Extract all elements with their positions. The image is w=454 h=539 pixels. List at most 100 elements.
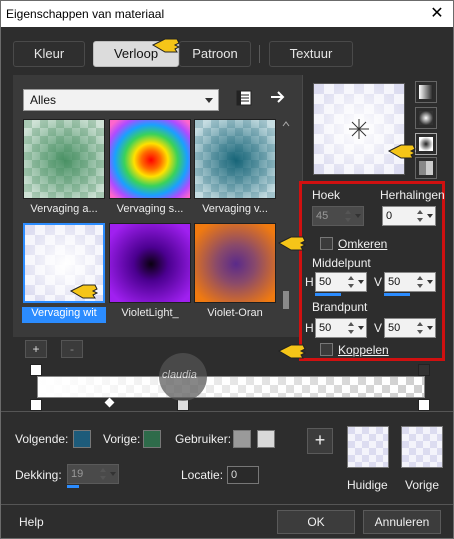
- gradient-thumb-violetlight[interactable]: [109, 223, 191, 303]
- middelpunt-h-input[interactable]: 50: [315, 272, 367, 292]
- gradient-thumb-vervaging-s[interactable]: [109, 119, 191, 199]
- huidige-label: Huidige: [347, 478, 388, 492]
- pointing-hand-icon: [69, 281, 99, 301]
- brandpunt-h-value: 50: [319, 322, 332, 334]
- herhalingen-label: Herhalingen: [380, 188, 445, 202]
- top-start-stop-marker[interactable]: [30, 364, 42, 376]
- chevron-down-icon[interactable]: [358, 326, 364, 330]
- ok-button[interactable]: OK: [277, 510, 355, 534]
- bottom-end-stop-marker[interactable]: [418, 399, 430, 411]
- cancel-button[interactable]: Annuleren: [363, 510, 441, 534]
- watermark-logo: claudia: [159, 353, 207, 401]
- gradient-label-vervaging-wit: Vervaging wit: [22, 307, 106, 323]
- herhalingen-value: 0: [386, 210, 393, 222]
- linear-gradient-style-button[interactable]: [415, 81, 437, 103]
- vorige-preview[interactable]: [401, 426, 443, 468]
- rectangular-gradient-style-button[interactable]: [415, 107, 437, 129]
- chevron-down-icon[interactable]: [427, 326, 433, 330]
- vorige-preview-label: Vorige: [405, 478, 440, 492]
- locatie-label: Locatie:: [181, 468, 224, 482]
- gradient-label-vervaging-v: Vervaging v...: [202, 203, 268, 215]
- dekking-slider[interactable]: [67, 485, 79, 488]
- scroll-thumb[interactable]: [283, 291, 289, 309]
- gradient-label-violet-oran: Violet-Oran: [207, 307, 263, 319]
- tab-textuur[interactable]: Textuur: [269, 41, 353, 67]
- gradient-settings-frame: Hoek Herhalingen 45 0 Omkeren Middelpunt…: [299, 181, 445, 361]
- locatie-input[interactable]: 0: [227, 466, 259, 484]
- pointing-hand-icon: [277, 341, 307, 361]
- chevron-down-icon[interactable]: [427, 214, 433, 218]
- brandpunt-v-input[interactable]: 50: [384, 318, 436, 338]
- koppelen-label: Koppelen: [338, 343, 389, 357]
- help-link[interactable]: Help: [19, 515, 44, 529]
- pointing-hand-icon: [387, 141, 417, 161]
- tab-divider: [259, 45, 260, 63]
- chevron-down-icon[interactable]: [358, 280, 364, 284]
- omkeren-label: Omkeren: [338, 237, 388, 251]
- herhalingen-input[interactable]: 0: [382, 206, 436, 226]
- vorige-color-swatch[interactable]: [143, 430, 161, 448]
- locatie-value: 0: [231, 469, 238, 481]
- chevron-down-icon[interactable]: [427, 280, 433, 284]
- arrow-right-icon[interactable]: [269, 88, 287, 106]
- dialog-footer: Help OK Annuleren: [1, 504, 453, 538]
- stop-properties-panel: Volgende: Vorige: Gebruiker: Dekking: 19…: [1, 411, 453, 501]
- category-dropdown[interactable]: Alles: [23, 89, 219, 111]
- list-view-icon[interactable]: [235, 89, 253, 107]
- tab-patroon[interactable]: Patroon: [179, 41, 251, 67]
- middelpunt-v-slider[interactable]: [384, 293, 410, 296]
- brandpunt-v-label: V: [374, 321, 383, 335]
- midpoint-diamond[interactable]: [104, 397, 115, 408]
- add-stop-button[interactable]: +: [25, 340, 47, 358]
- middelpunt-v-label: V: [374, 275, 383, 289]
- gradient-thumb-vervaging-v[interactable]: [194, 119, 276, 199]
- pointing-hand-icon: [151, 35, 181, 55]
- gradient-thumb-violet-oran[interactable]: [194, 223, 276, 303]
- gradient-editor-bar[interactable]: [37, 376, 425, 398]
- volgende-label: Volgende:: [15, 432, 69, 446]
- spin-arrows-icon[interactable]: [417, 209, 425, 223]
- middelpunt-h-slider[interactable]: [315, 293, 341, 296]
- hoek-label: Hoek: [312, 188, 341, 202]
- close-icon[interactable]: ✕: [427, 4, 447, 24]
- gebruiker-color-swatch-1[interactable]: [233, 430, 251, 448]
- gebruiker-color-swatch-2[interactable]: [257, 430, 275, 448]
- chevron-down-icon: [205, 98, 213, 103]
- middelpunt-v-input[interactable]: 50: [384, 272, 436, 292]
- spin-arrows-icon[interactable]: [345, 209, 353, 223]
- gradient-preview[interactable]: [313, 83, 405, 175]
- radial-gradient-style-button[interactable]: [415, 133, 437, 155]
- bottom-start-stop-marker[interactable]: [30, 399, 42, 411]
- huidige-preview[interactable]: [347, 426, 389, 468]
- top-end-stop-marker[interactable]: [418, 364, 430, 376]
- brandpunt-h-input[interactable]: 50: [315, 318, 367, 338]
- gradient-label-vervaging-a: Vervaging a...: [30, 203, 98, 215]
- remove-stop-button[interactable]: -: [61, 340, 83, 358]
- spin-arrows-icon[interactable]: [100, 467, 108, 481]
- hoek-input[interactable]: 45: [312, 206, 364, 226]
- spin-arrows-icon[interactable]: [348, 321, 356, 335]
- hoek-value: 45: [316, 210, 329, 222]
- omkeren-checkbox[interactable]: [320, 237, 333, 250]
- koppelen-checkbox[interactable]: [320, 343, 333, 356]
- gallery-scrollbar[interactable]: [281, 119, 291, 314]
- middelpunt-label: Middelpunt: [312, 256, 371, 270]
- title-bar: Eigenschappen van materiaal ✕: [1, 1, 453, 27]
- spin-arrows-icon[interactable]: [348, 275, 356, 289]
- spin-arrows-icon[interactable]: [417, 321, 425, 335]
- watermark-text: claudia: [162, 369, 197, 381]
- sunburst-gradient-style-button[interactable]: [415, 157, 437, 179]
- spin-arrows-icon[interactable]: [417, 275, 425, 289]
- gradient-thumb-vervaging-a[interactable]: [23, 119, 105, 199]
- window-title: Eigenschappen van materiaal: [6, 7, 165, 21]
- add-color-button[interactable]: +: [307, 428, 333, 454]
- gebruiker-label: Gebruiker:: [175, 432, 232, 446]
- chevron-down-icon[interactable]: [110, 472, 116, 476]
- dekking-input[interactable]: 19: [67, 464, 119, 484]
- chevron-down-icon[interactable]: [355, 214, 361, 218]
- tab-kleur[interactable]: Kleur: [13, 41, 85, 67]
- volgende-color-swatch[interactable]: [73, 430, 91, 448]
- gradient-label-violetlight: VioletLight_: [121, 307, 179, 319]
- vorige-stop-label: Vorige:: [103, 432, 141, 446]
- brandpunt-v-value: 50: [388, 322, 401, 334]
